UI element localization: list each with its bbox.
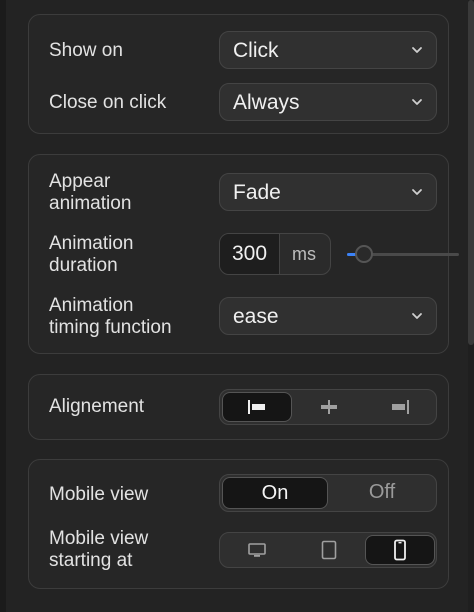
mobile-view-starting-at-label: Mobile view starting at bbox=[49, 528, 148, 572]
align-center-button[interactable] bbox=[293, 392, 364, 422]
desktop-icon bbox=[248, 543, 266, 557]
show-on-select[interactable]: Click bbox=[219, 31, 437, 69]
animation-duration-slider[interactable] bbox=[347, 242, 459, 266]
close-on-click-label: Close on click bbox=[49, 92, 167, 113]
center-align-icon bbox=[320, 400, 337, 414]
chevron-down-icon bbox=[412, 189, 422, 195]
left-align-icon bbox=[248, 400, 265, 414]
mobile-panel: Mobile view On Off Mobile view starting … bbox=[28, 459, 449, 589]
breakpoint-control bbox=[219, 532, 437, 568]
animation-panel: Appear animation Fade Animation duration… bbox=[28, 154, 459, 354]
left-edge bbox=[0, 0, 6, 612]
animation-duration-input[interactable] bbox=[220, 234, 280, 274]
timing-function-label-line1: Animation bbox=[49, 295, 134, 316]
timing-function-value: ease bbox=[233, 305, 279, 328]
alignment-panel: Alignement bbox=[28, 374, 449, 440]
mobile-view-off-button[interactable]: Off bbox=[329, 477, 435, 509]
chevron-down-icon bbox=[412, 313, 422, 319]
starting-at-label-line1: Mobile view bbox=[49, 528, 149, 549]
mobile-view-toggle: On Off bbox=[219, 474, 437, 512]
duration-unit: ms bbox=[292, 244, 316, 264]
appear-animation-label: Appear animation bbox=[49, 171, 131, 215]
mobile-view-off-label: Off bbox=[368, 481, 396, 503]
animation-duration-field: ms bbox=[219, 233, 331, 275]
alignment-control bbox=[219, 389, 437, 425]
show-on-label: Show on bbox=[49, 40, 123, 61]
show-on-value: Click bbox=[233, 39, 279, 62]
appear-animation-select[interactable]: Fade bbox=[219, 173, 437, 211]
mobile-breakpoint-button[interactable] bbox=[365, 535, 435, 565]
animation-duration-label-line1: Animation bbox=[49, 233, 134, 254]
alignment-label: Alignement bbox=[49, 396, 145, 417]
timing-function-label-line2: timing function bbox=[49, 317, 172, 338]
mobile-view-on-label: On bbox=[261, 482, 289, 504]
appear-animation-label-line1: Appear bbox=[49, 171, 111, 192]
chevron-down-icon bbox=[412, 99, 422, 105]
starting-at-label-line2: starting at bbox=[49, 550, 133, 571]
appear-animation-label-line2: animation bbox=[49, 193, 132, 214]
align-right-button[interactable] bbox=[365, 392, 435, 422]
scrollbar-track[interactable] bbox=[468, 0, 474, 612]
close-on-click-value: Always bbox=[233, 91, 300, 114]
scrollbar-thumb[interactable] bbox=[468, 0, 474, 345]
tablet-icon bbox=[321, 540, 336, 560]
mobile-view-label: Mobile view bbox=[49, 484, 149, 505]
align-left-button[interactable] bbox=[222, 392, 292, 422]
slider-thumb[interactable] bbox=[355, 245, 373, 263]
close-on-click-select[interactable]: Always bbox=[219, 83, 437, 121]
animation-duration-label-line2: duration bbox=[49, 255, 118, 276]
trigger-panel: Show on Click Close on click Always bbox=[28, 14, 449, 134]
desktop-breakpoint-button[interactable] bbox=[222, 535, 292, 565]
timing-function-label: Animation timing function bbox=[49, 295, 172, 339]
tablet-breakpoint-button[interactable] bbox=[293, 535, 364, 565]
appear-animation-value: Fade bbox=[233, 181, 281, 204]
mobile-view-on-button[interactable]: On bbox=[222, 477, 328, 509]
timing-function-select[interactable]: ease bbox=[219, 297, 437, 335]
animation-duration-label: Animation duration bbox=[49, 233, 134, 277]
mobile-icon bbox=[394, 539, 406, 561]
right-align-icon bbox=[392, 400, 409, 414]
chevron-down-icon bbox=[412, 47, 422, 53]
